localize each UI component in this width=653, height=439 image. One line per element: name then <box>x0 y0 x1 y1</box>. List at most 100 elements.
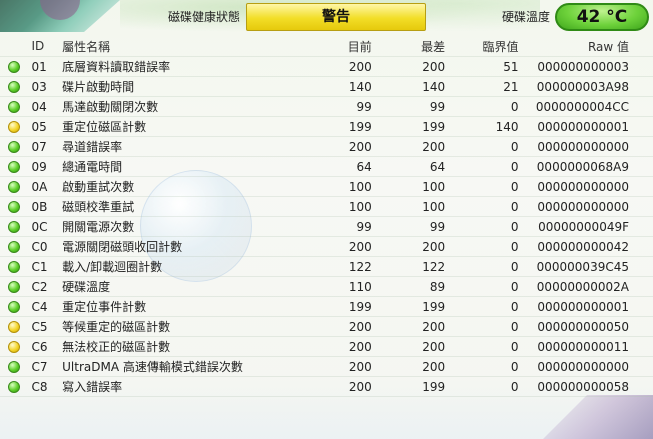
attribute-id: C4 <box>27 296 63 317</box>
current-value: 200 <box>318 236 372 257</box>
table-row[interactable]: C4 重定位事件計數 199 199 0 000000000001 <box>0 296 653 317</box>
table-row[interactable]: 0A 啟動重試次數 100 100 0 000000000000 <box>0 176 653 197</box>
table-row[interactable]: C7 UltraDMA 高速傳輸模式錯誤次數 200 200 0 000000000000 <box>0 356 653 377</box>
threshold-value: 140 <box>445 116 519 137</box>
attribute-name: 無法校正的磁區計數 <box>62 336 319 357</box>
current-value: 200 <box>318 136 372 157</box>
raw-column-header[interactable]: Raw 值 <box>518 36 653 57</box>
status-good-icon <box>7 81 20 93</box>
threshold-column-header[interactable]: 臨界值 <box>445 36 519 57</box>
status-cell <box>0 256 28 277</box>
worst-value: 89 <box>371 276 446 297</box>
threshold-value: 0 <box>445 356 519 377</box>
table-row[interactable]: C8 寫入錯誤率 200 199 0 000000000058 <box>0 376 653 397</box>
attribute-id: 0A <box>27 176 63 197</box>
raw-value: 000000000000 <box>518 196 653 217</box>
status-good-icon <box>7 161 20 173</box>
worst-value: 200 <box>371 356 446 377</box>
status-cell <box>0 216 28 237</box>
attribute-id: C2 <box>27 276 63 297</box>
attribute-id: C6 <box>27 336 63 357</box>
table-row[interactable]: 05 重定位磁區計數 199 199 140 000000000001 <box>0 116 653 137</box>
decorative-art-top-left <box>0 0 120 32</box>
current-value: 140 <box>318 76 372 97</box>
attribute-id: 0C <box>27 216 63 237</box>
current-value: 122 <box>318 256 372 277</box>
current-value: 200 <box>318 356 372 377</box>
status-cell <box>0 376 28 397</box>
worst-value: 99 <box>371 216 446 237</box>
current-value: 100 <box>318 196 372 217</box>
table-row[interactable]: 03 碟片啟動時間 140 140 21 000000003A98 <box>0 76 653 97</box>
threshold-value: 0 <box>445 316 519 337</box>
attribute-id: C0 <box>27 236 63 257</box>
attribute-name: 載入/卸載迴圈計數 <box>62 256 319 277</box>
table-row[interactable]: C0 電源關閉磁頭收回計數 200 200 0 000000000042 <box>0 236 653 257</box>
worst-value: 99 <box>371 96 446 117</box>
status-cell <box>0 116 28 137</box>
raw-value: 00000000002A <box>518 276 653 297</box>
status-cell <box>0 96 28 117</box>
status-cell <box>0 296 28 317</box>
table-row[interactable]: C6 無法校正的磁區計數 200 200 0 000000000011 <box>0 336 653 357</box>
table-row[interactable]: 01 底層資料讀取錯誤率 200 200 51 000000000003 <box>0 56 653 77</box>
status-cell <box>0 276 28 297</box>
worst-value: 200 <box>371 136 446 157</box>
threshold-value: 0 <box>445 296 519 317</box>
worst-value: 200 <box>371 336 446 357</box>
status-cell <box>0 156 28 177</box>
status-good-icon <box>7 181 20 193</box>
table-row[interactable]: 0C 開關電源次數 99 99 0 00000000049F <box>0 216 653 237</box>
attribute-id: 0B <box>27 196 63 217</box>
raw-value: 000000000000 <box>518 176 653 197</box>
current-value: 200 <box>318 56 372 77</box>
raw-value: 0000000004CC <box>518 96 653 117</box>
raw-value: 0000000068A9 <box>518 156 653 177</box>
table-row[interactable]: C1 載入/卸載迴圈計數 122 122 0 000000039C45 <box>0 256 653 277</box>
attribute-id: 01 <box>27 56 63 77</box>
table-row[interactable]: 0B 磁頭校準重試 100 100 0 000000000000 <box>0 196 653 217</box>
id-column-header[interactable]: ID <box>27 36 63 57</box>
health-status-badge[interactable]: 警告 <box>246 3 426 31</box>
worst-value: 140 <box>371 76 446 97</box>
table-row[interactable]: 09 總通電時間 64 64 0 0000000068A9 <box>0 156 653 177</box>
current-value: 199 <box>318 296 372 317</box>
worst-value: 199 <box>371 296 446 317</box>
raw-value: 000000000042 <box>518 236 653 257</box>
temperature-label: 硬碟溫度 <box>501 10 550 24</box>
attribute-id: C5 <box>27 316 63 337</box>
table-row[interactable]: 04 馬達啟動關閉次數 99 99 0 0000000004CC <box>0 96 653 117</box>
raw-value: 000000000011 <box>518 336 653 357</box>
status-caution-icon <box>7 121 20 133</box>
threshold-value: 51 <box>445 56 519 77</box>
current-column-header[interactable]: 目前 <box>318 36 372 57</box>
status-good-icon <box>7 261 20 273</box>
status-good-icon <box>7 101 20 113</box>
attribute-name: 硬碟溫度 <box>62 276 319 297</box>
status-good-icon <box>7 221 20 233</box>
table-row[interactable]: 07 尋道錯誤率 200 200 0 000000000000 <box>0 136 653 157</box>
attribute-name: 尋道錯誤率 <box>62 136 319 157</box>
status-good-icon <box>7 281 20 293</box>
worst-column-header[interactable]: 最差 <box>371 36 446 57</box>
current-value: 99 <box>318 216 372 237</box>
current-value: 199 <box>318 116 372 137</box>
smart-attributes-table: ID 屬性名稱 目前 最差 臨界值 Raw 值 01 底層資料讀取錯誤率 200 20… <box>0 36 653 397</box>
temperature-badge[interactable]: 42 °C <box>555 3 649 31</box>
attribute-id: 03 <box>27 76 63 97</box>
current-value: 200 <box>318 376 372 397</box>
attribute-name: 等候重定的磁區計數 <box>62 316 319 337</box>
attribute-id: 09 <box>27 156 63 177</box>
table-row[interactable]: C5 等候重定的磁區計數 200 200 0 000000000050 <box>0 316 653 337</box>
threshold-value: 0 <box>445 236 519 257</box>
raw-value: 000000000000 <box>518 136 653 157</box>
status-column-header[interactable] <box>0 36 28 57</box>
threshold-value: 0 <box>445 256 519 277</box>
status-good-icon <box>7 381 20 393</box>
status-cell <box>0 356 28 377</box>
current-value: 99 <box>318 96 372 117</box>
attribute-name: 開關電源次數 <box>62 216 319 237</box>
name-column-header[interactable]: 屬性名稱 <box>62 36 319 57</box>
table-row[interactable]: C2 硬碟溫度 110 89 0 00000000002A <box>0 276 653 297</box>
threshold-value: 0 <box>445 216 519 237</box>
